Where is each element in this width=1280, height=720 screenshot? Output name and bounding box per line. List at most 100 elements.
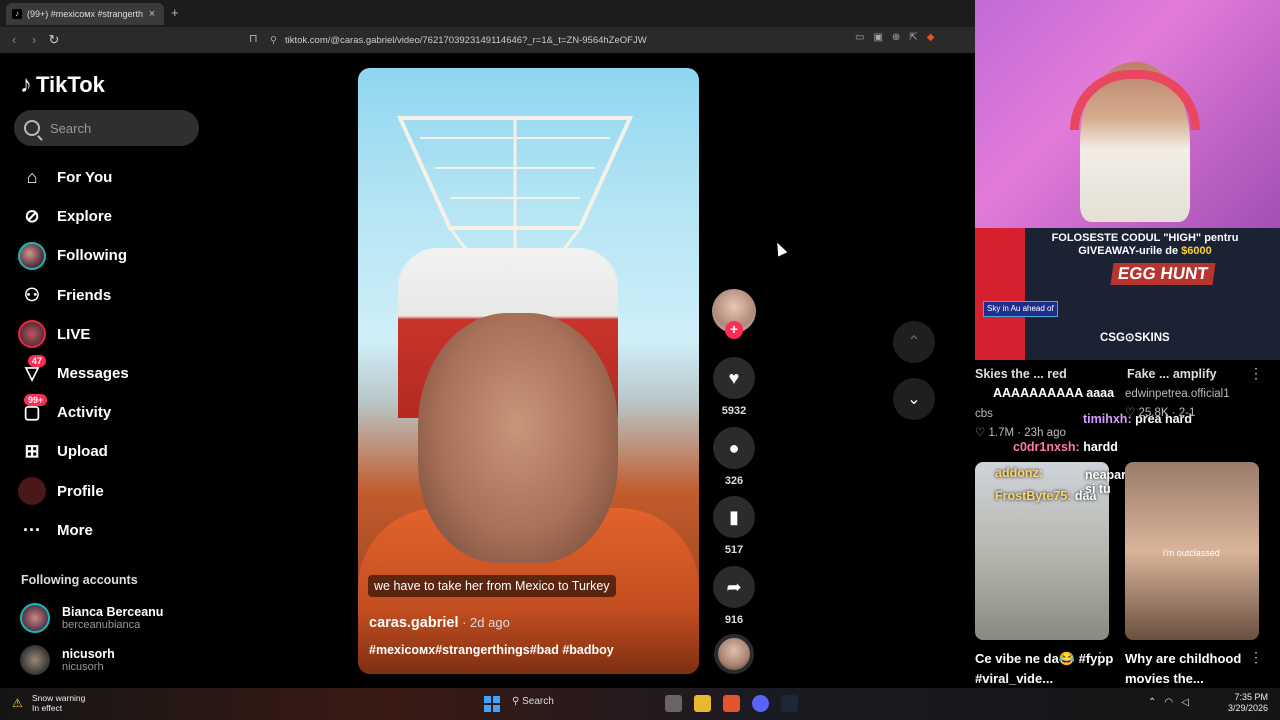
brave-shield-icon[interactable]: ◆ — [927, 32, 935, 43]
more-options-icon[interactable]: ⋮ — [1249, 649, 1263, 666]
promo-text: FOLOSESTE CODUL "HIGH" pentru GIVEAWAY-u… — [1025, 232, 1265, 258]
sidebar-item-explore[interactable]: ⊘ Explore — [18, 197, 208, 236]
comment-button[interactable]: ● 326 — [712, 427, 756, 487]
webcam-feed — [975, 0, 1280, 228]
promo-line-2: GIVEAWAY-urile de — [1078, 245, 1182, 257]
windows-start-icon[interactable] — [484, 696, 500, 712]
sidebar-item-upload[interactable]: ⊞ Upload — [18, 432, 208, 471]
chat-message: addonz: — [995, 466, 1043, 480]
taskbar-search-label: Search — [522, 696, 554, 707]
browser-toolbar: ‹ › ↻ ⊓ ⚲ tiktok.com/@caras.gabriel/vide… — [0, 27, 975, 53]
chat-text: hardd — [1083, 440, 1118, 454]
sidebar-item-more[interactable]: ··· More — [18, 511, 208, 550]
back-arrow-icon[interactable]: ‹ — [6, 32, 22, 47]
feed-right-title[interactable]: Fake ... amplify — [1127, 367, 1217, 381]
sound-disc-icon — [714, 634, 754, 674]
new-tab-button[interactable]: + — [171, 5, 179, 20]
account-handle: nicusorh — [62, 661, 104, 673]
friends-icon: ⚇ — [23, 284, 41, 305]
thumbnail-caption[interactable]: Why are childhood movies the... — [1125, 649, 1265, 689]
avatar-icon — [18, 241, 46, 270]
promo-banner: Sky in Au ahead of FOLOSESTE CODUL "HIGH… — [975, 228, 1280, 360]
weather-title: Snow warning — [32, 693, 86, 703]
sidebar-item-live[interactable]: LIVE — [18, 315, 208, 354]
browser-tab[interactable]: ♪ (99+) #mexicoмх #strangerth × — [6, 3, 164, 25]
follow-plus-icon[interactable]: + — [725, 321, 743, 339]
ship-tower-image — [396, 116, 634, 268]
forward-arrow-icon[interactable]: › — [26, 32, 42, 47]
share-arrow-icon: ➦ — [713, 566, 755, 608]
steam-icon[interactable] — [781, 695, 798, 712]
feed-left-title[interactable]: Skies the ... red — [975, 367, 1067, 381]
save-button[interactable]: ▮ 517 — [712, 496, 756, 556]
chevron-up-icon: ⌃ — [907, 334, 921, 351]
news-chip: Sky in Au ahead of — [983, 301, 1058, 317]
chat-user: FrostByte75: — [995, 489, 1072, 503]
sidebar-item-friends[interactable]: ⚇ Friends — [18, 276, 208, 315]
previous-video-button[interactable]: ⌃ — [893, 321, 935, 363]
messages-badge: 47 — [28, 354, 47, 367]
author-avatar-button[interactable]: + — [712, 289, 756, 339]
bookmark-icon[interactable]: ⊓ — [249, 32, 258, 45]
discord-icon[interactable] — [752, 695, 769, 712]
chevron-up-icon[interactable]: ⌃ — [1148, 697, 1156, 708]
sidebar-item-label: Following — [57, 247, 127, 265]
cast-icon[interactable]: ▣ — [873, 32, 882, 43]
tiktok-icon: ♪ — [12, 9, 22, 19]
site-settings-icon[interactable]: ⚲ — [270, 35, 277, 46]
zoom-icon[interactable]: ⊕ — [892, 32, 900, 43]
like-button[interactable]: ♥ 5932 — [712, 357, 756, 417]
following-account[interactable]: Bianca Berceanu berceanubianca — [20, 603, 163, 633]
feed-left-meta: cbs — [975, 408, 993, 420]
video-subtitle: we have to take her from Mexico to Turke… — [368, 575, 616, 597]
video-player[interactable]: we have to take her from Mexico to Turke… — [358, 68, 699, 674]
save-count: 517 — [724, 544, 744, 556]
more-options-icon[interactable]: ⋮ — [1093, 649, 1107, 666]
video-hashtags[interactable]: #mexicoмх#strangerthings#bad #badboy — [369, 643, 614, 657]
system-tray: ⌃ ◠ ◁ — [1148, 697, 1189, 708]
search-input[interactable]: Search — [14, 110, 199, 146]
wifi-icon[interactable]: ◠ — [1164, 697, 1173, 708]
sidebar-item-label: More — [57, 521, 93, 539]
sidebar-item-for-you[interactable]: ⌂ For You — [18, 158, 208, 197]
reader-mode-icon[interactable]: ▭ — [855, 32, 864, 43]
sound-disc-button[interactable] — [712, 634, 756, 674]
next-video-button[interactable]: ⌄ — [893, 378, 935, 420]
more-dots-icon: ··· — [23, 519, 41, 540]
close-tab-icon[interactable]: × — [146, 8, 158, 20]
sidebar-item-label: Upload — [57, 443, 108, 461]
file-explorer-icon[interactable] — [694, 695, 711, 712]
weather-widget[interactable]: ⚠ Snow warning In effect — [12, 693, 85, 713]
video-thumbnail[interactable]: i'm outclassed — [1125, 462, 1259, 640]
activity-badge: 99+ — [24, 394, 48, 407]
video-author[interactable]: caras.gabriel · 2d ago — [369, 615, 510, 631]
taskbar-apps — [665, 695, 798, 712]
tiktok-logo[interactable]: ♪ TikTok — [20, 71, 105, 99]
brave-browser-icon[interactable] — [723, 695, 740, 712]
clock-date: 3/29/2026 — [1227, 703, 1268, 713]
following-accounts-heading: Following accounts — [21, 573, 138, 587]
promo-line-1: FOLOSESTE CODUL "HIGH" pentru — [1051, 232, 1239, 244]
logo-text: TikTok — [36, 72, 105, 97]
chat-message: AAAAAAAAAA aaaa — [993, 386, 1115, 400]
task-view-icon[interactable] — [665, 695, 682, 712]
taskbar-search[interactable]: ⚲ Search — [512, 696, 554, 707]
sidebar-item-label: For You — [57, 169, 113, 187]
sidebar-nav: ⌂ For You ⊘ Explore Following ⚇ Friends … — [18, 158, 208, 550]
home-icon: ⌂ — [26, 167, 38, 188]
share-button[interactable]: ➦ 916 — [712, 566, 756, 626]
share-icon[interactable]: ⇱ — [909, 32, 917, 43]
reload-icon[interactable]: ↻ — [46, 32, 62, 48]
volume-icon[interactable]: ◁ — [1181, 697, 1189, 708]
author-name[interactable]: caras.gabriel — [369, 615, 458, 631]
sidebar-item-messages[interactable]: ▽ 47 Messages — [18, 354, 208, 393]
sidebar-item-activity[interactable]: ▢ 99+ Activity — [18, 393, 208, 432]
feed-right-user[interactable]: edwinpetrea.official1 — [1125, 388, 1230, 400]
sidebar-item-following[interactable]: Following — [18, 236, 208, 275]
promo-money: $6000 — [1181, 245, 1212, 257]
post-age: · 2d ago — [458, 615, 510, 630]
taskbar-clock[interactable]: 7:35 PM 3/29/2026 — [1222, 692, 1268, 714]
sidebar-item-profile[interactable]: Profile — [18, 472, 208, 511]
more-options-icon[interactable]: ⋮ — [1249, 365, 1263, 382]
following-account[interactable]: nicusorh nicusorh — [20, 645, 115, 675]
